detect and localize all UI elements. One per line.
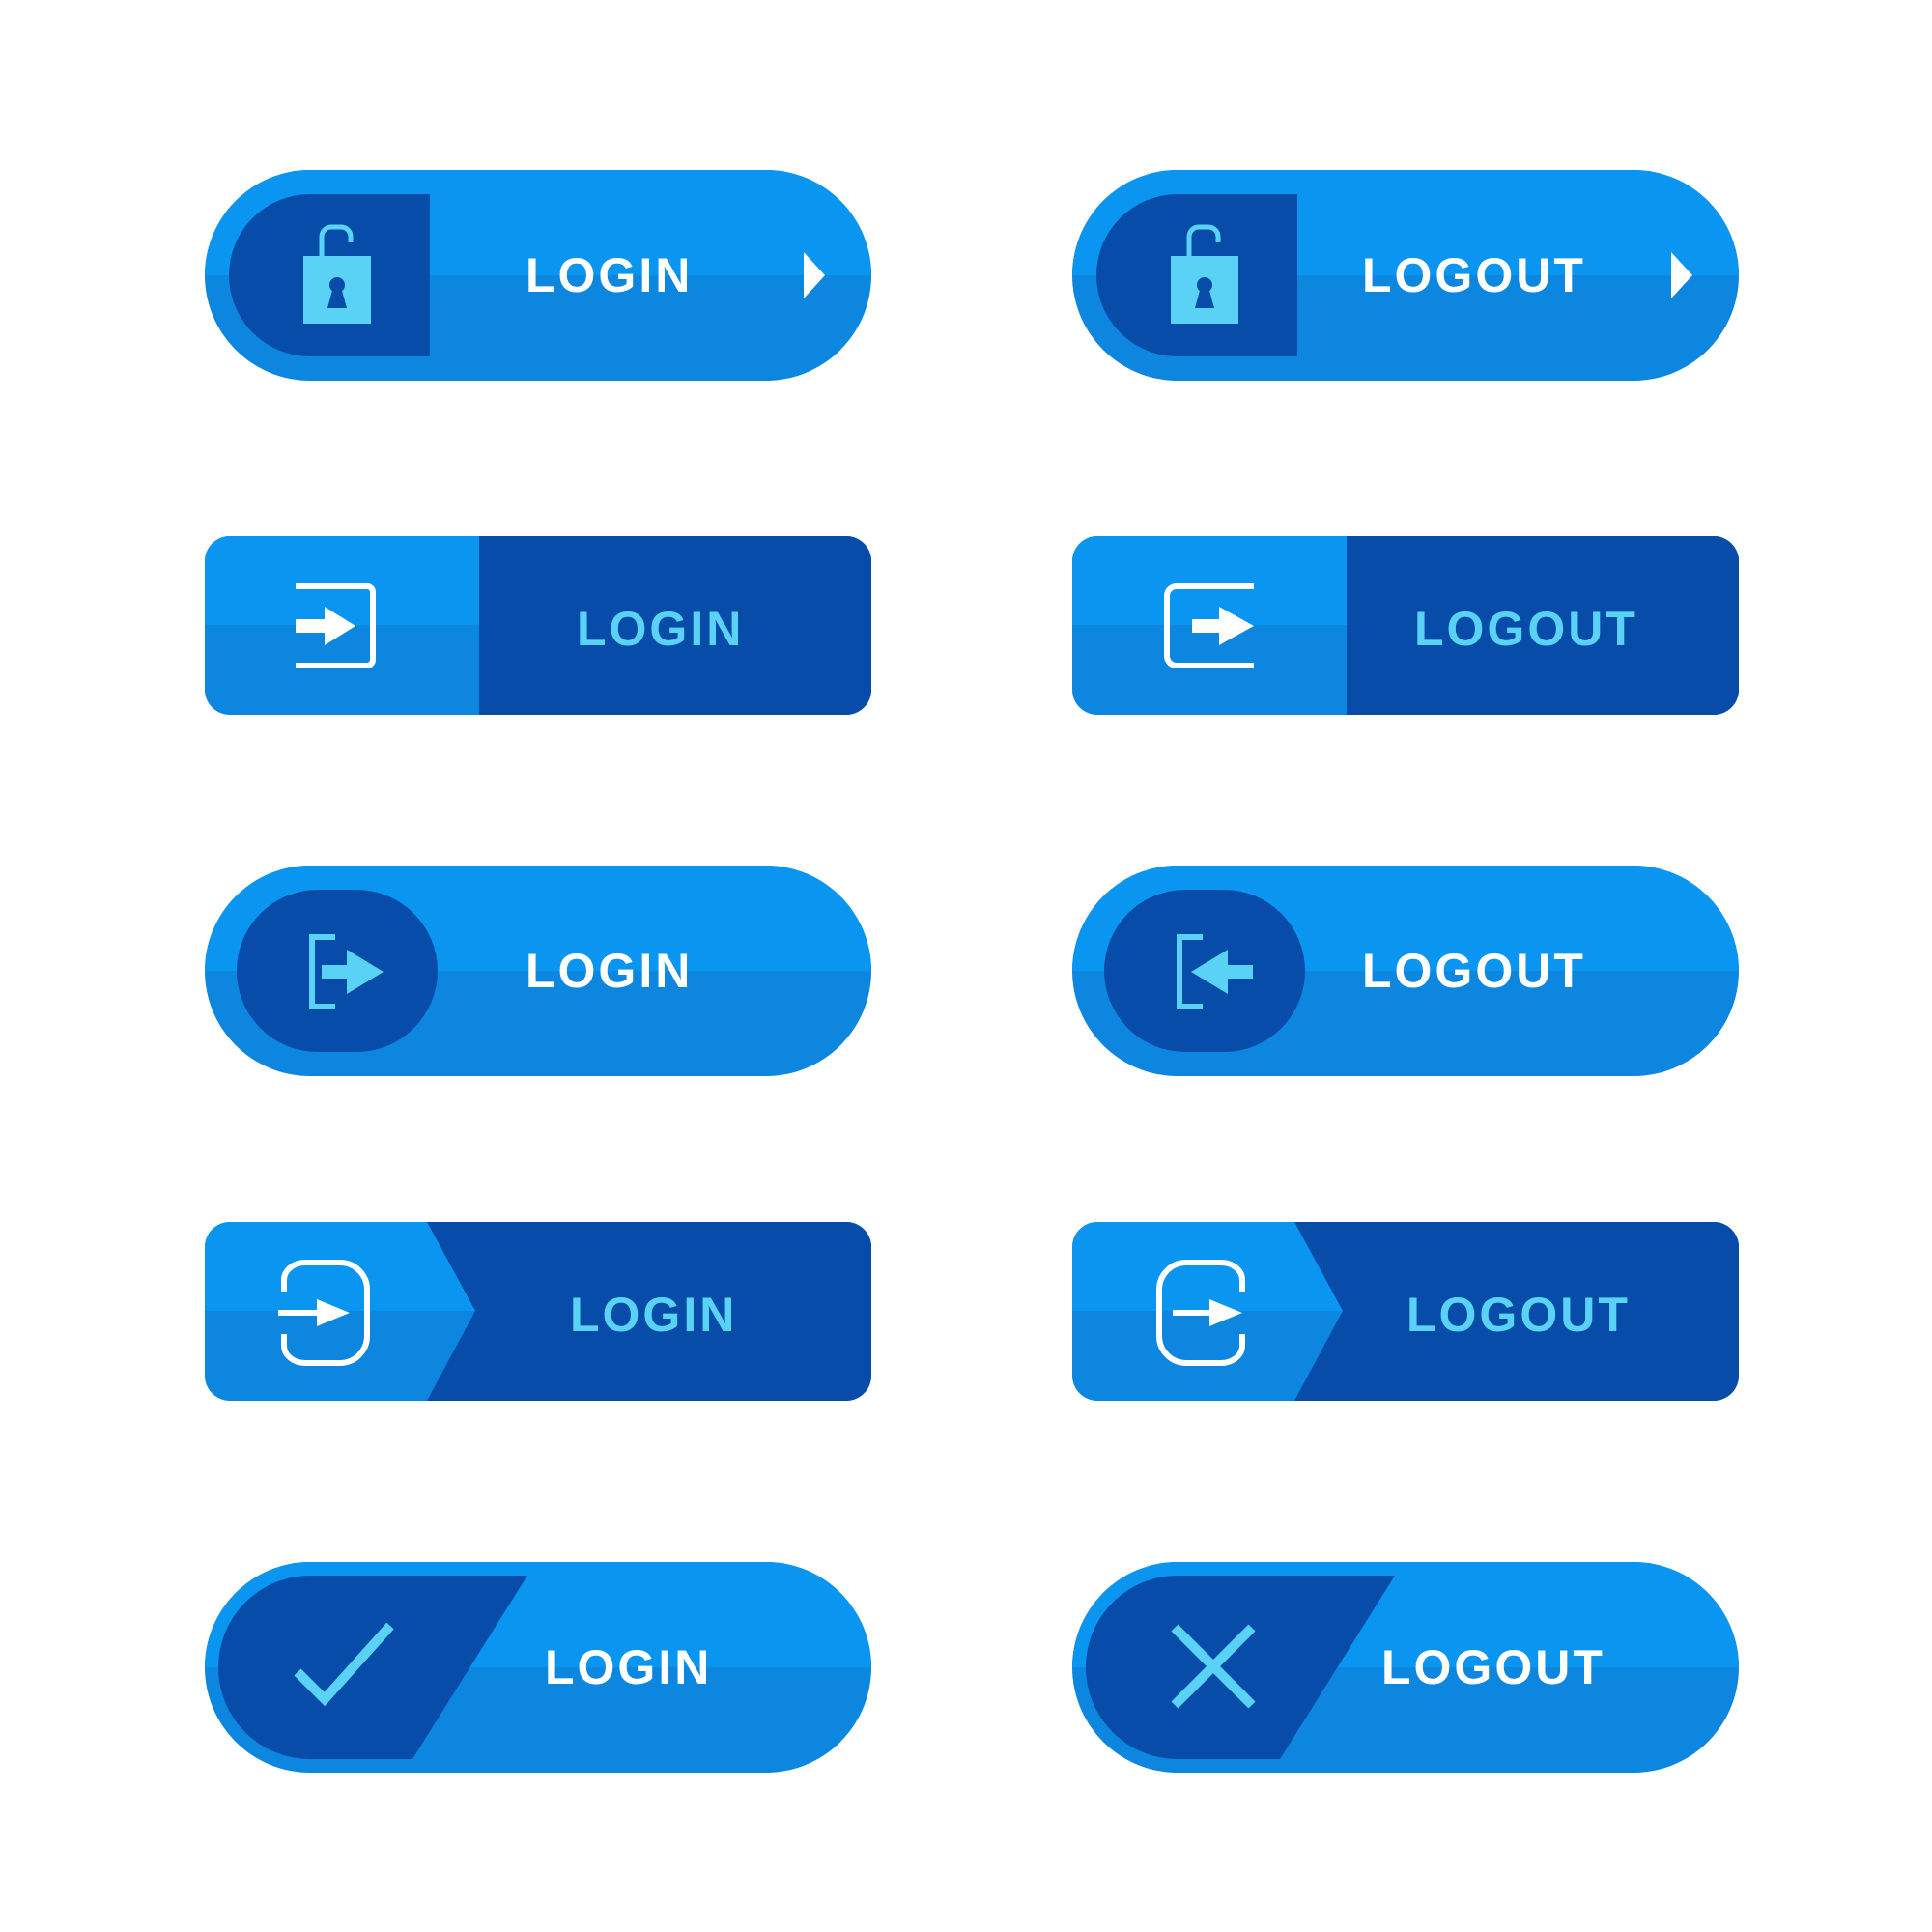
chevron-right-icon xyxy=(1671,252,1692,298)
button-label: LOGOUT xyxy=(1362,944,1586,998)
sign-in-icon xyxy=(296,583,376,668)
login-button-sign-in[interactable]: LOGIN xyxy=(205,536,871,715)
padlock-icon xyxy=(1171,224,1238,324)
button-label: LOGOUT xyxy=(1414,602,1638,656)
padlock-icon xyxy=(303,224,371,324)
button-label: LOGOUT xyxy=(1381,1640,1605,1694)
logout-button-x[interactable]: LOGOUT xyxy=(1072,1562,1739,1773)
sign-in-icon xyxy=(309,934,384,1009)
logout-button-door[interactable]: LOGOUT xyxy=(1072,1222,1739,1401)
button-label: LOGIN xyxy=(577,602,745,656)
enter-door-icon xyxy=(278,1260,370,1366)
x-mark-icon xyxy=(1171,1624,1256,1709)
button-label: LOGIN xyxy=(526,944,694,998)
chevron-right-icon xyxy=(804,252,825,298)
login-button-padlock[interactable]: LOGIN xyxy=(205,170,871,381)
login-button-circle[interactable]: LOGIN xyxy=(205,866,871,1076)
button-label: LOGOUT xyxy=(1362,248,1586,302)
exit-door-icon xyxy=(1156,1260,1245,1366)
sign-out-icon xyxy=(1177,934,1253,1009)
login-button-door[interactable]: LOGIN xyxy=(205,1222,871,1401)
logout-button-sign-out[interactable]: LOGOUT xyxy=(1072,536,1739,715)
button-label: LOGIN xyxy=(570,1288,738,1342)
logout-button-padlock[interactable]: LOGOUT xyxy=(1072,170,1739,381)
logout-button-circle[interactable]: LOGOUT xyxy=(1072,866,1739,1076)
button-label: LOGIN xyxy=(526,248,694,302)
checkmark-icon xyxy=(294,1622,394,1707)
button-label: LOGOUT xyxy=(1406,1288,1631,1342)
sign-out-icon xyxy=(1164,583,1254,668)
button-label: LOGIN xyxy=(545,1640,713,1694)
login-button-check[interactable]: LOGIN xyxy=(205,1562,871,1773)
